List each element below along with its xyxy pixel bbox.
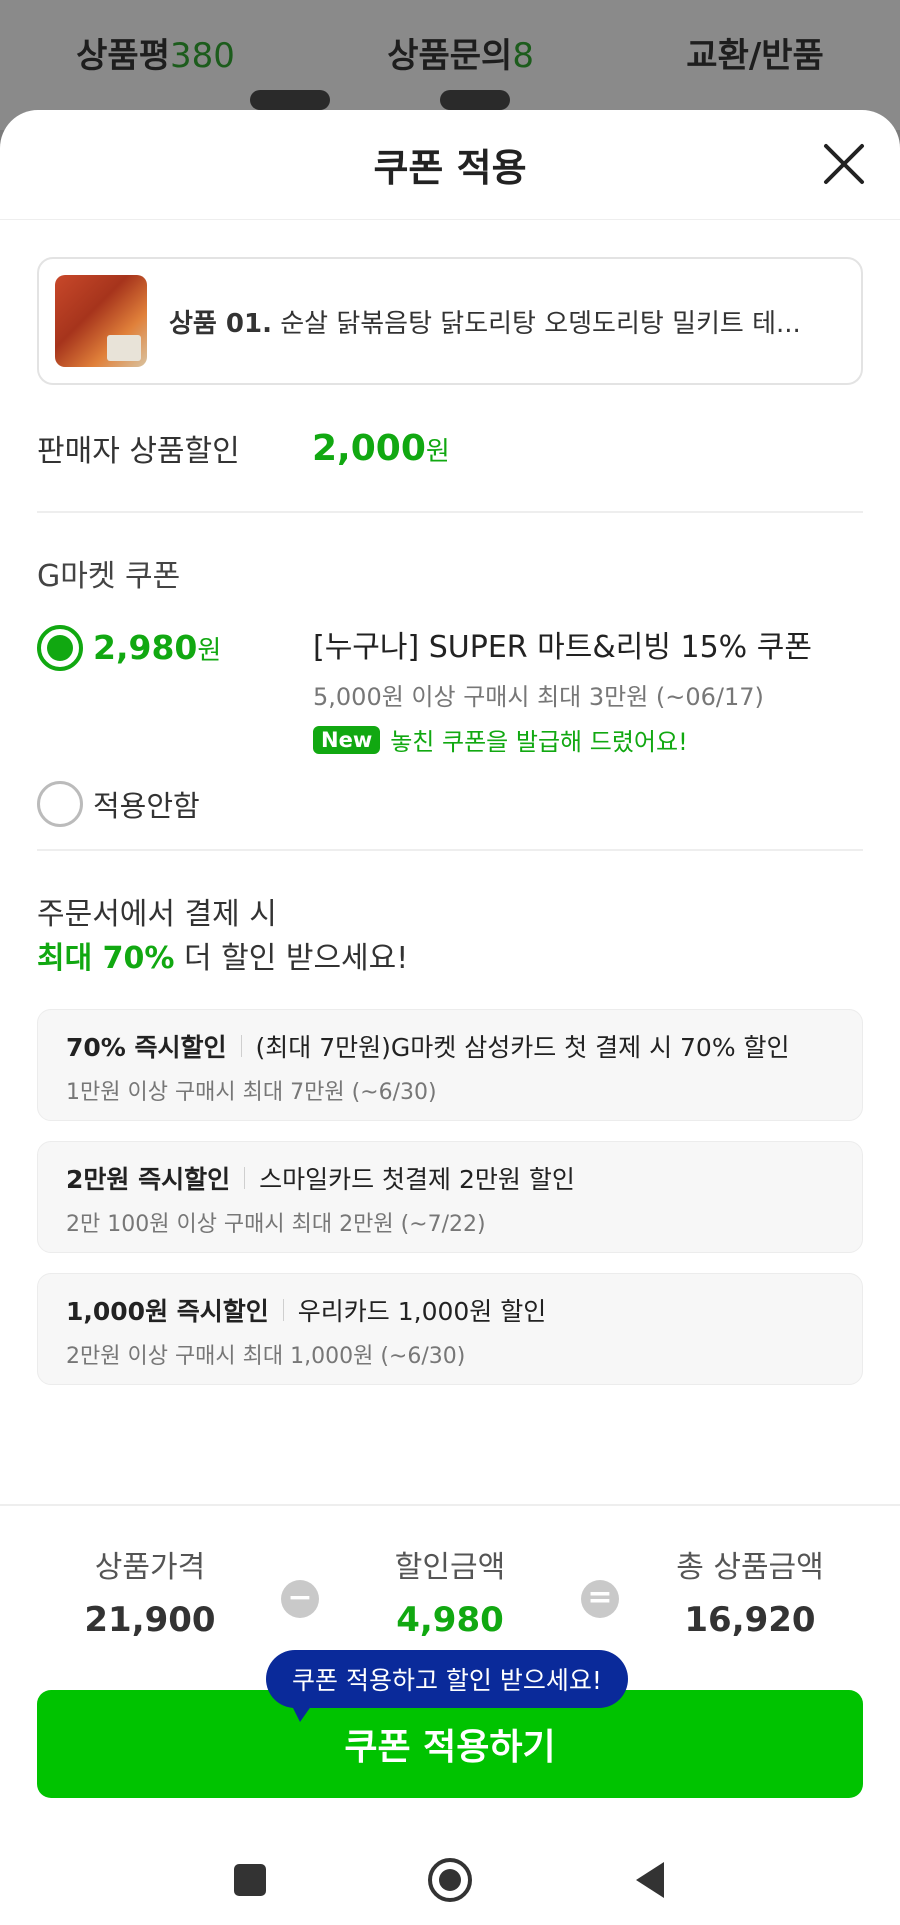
close-icon xyxy=(824,144,864,184)
product-thumbnail xyxy=(55,275,147,367)
coupon-name: [누구나] SUPER 마트&리빙 15% 쿠폰 xyxy=(313,630,812,665)
coupon-info: [누구나] SUPER 마트&리빙 15% 쿠폰 5,000원 이상 구매시 최… xyxy=(313,625,812,757)
total-label: 총 상품금액 xyxy=(676,1550,824,1585)
gmarket-coupon-title: G마켓 쿠폰 xyxy=(37,559,181,594)
seller-discount-amount: 2,000원 xyxy=(312,427,450,469)
home-button[interactable] xyxy=(420,1850,480,1910)
close-button[interactable] xyxy=(820,140,868,188)
promo-card: 70% 즉시할인 (최대 7만원)G마켓 삼성카드 첫 결제 시 70% 할인 1… xyxy=(37,1009,863,1121)
coupon-condition: 5,000원 이상 구매시 최대 3만원 (~06/17) xyxy=(313,683,764,711)
tab-inquiries: 상품문의8 xyxy=(387,36,534,76)
sheet-header: 쿠폰 적용 xyxy=(0,110,900,220)
total-value: 16,920 xyxy=(684,1600,816,1640)
background-decoration xyxy=(440,90,510,110)
gmarket-coupon-section: G마켓 쿠폰 2,980원 [누구나] SUPER 마트&리빙 15% 쿠폰 5… xyxy=(37,513,863,851)
equals-icon: = xyxy=(581,1580,619,1618)
coupon-notice: 놓친 쿠폰을 발급해 드렸어요! xyxy=(390,728,688,756)
apply-tooltip: 쿠폰 적용하고 할인 받으세요! xyxy=(266,1650,628,1708)
recent-apps-button[interactable] xyxy=(220,1850,280,1910)
coupon-amount: 2,980원 xyxy=(93,628,222,667)
seller-discount-label: 판매자 상품할인 xyxy=(37,434,240,469)
system-nav-bar xyxy=(0,1834,900,1925)
coupon-radio-selected[interactable] xyxy=(37,625,83,671)
price-label: 상품가격 xyxy=(94,1550,206,1585)
product-card: 상품 01. 순살 닭볶음탕 닭도리탕 오뎅도리탕 밀키트 테... xyxy=(37,257,863,385)
seller-discount-row: 판매자 상품할인 2,000원 xyxy=(37,385,863,513)
promo-card: 2만원 즉시할인 스마일카드 첫결제 2만원 할인 2만 100원 이상 구매시 … xyxy=(37,1141,863,1253)
tab-exchange-return: 교환/반품 xyxy=(686,36,824,76)
card-promo-heading: 주문서에서 결제 시 최대 70% 더 할인 받으세요! xyxy=(37,897,409,976)
coupon-radio-none[interactable] xyxy=(37,781,83,827)
promo-card: 1,000원 즉시할인 우리카드 1,000원 할인 2만원 이상 구매시 최대 … xyxy=(37,1273,863,1385)
coupon-none-label: 적용안함 xyxy=(93,789,200,823)
home-circle-icon xyxy=(428,1857,472,1902)
card-promo-list: 70% 즉시할인 (최대 7만원)G마켓 삼성카드 첫 결제 시 70% 할인 1… xyxy=(37,1009,863,1385)
price-summary: 상품가격 21,900 − 할인금액 4,980 = 총 상품금액 16,920… xyxy=(0,1504,900,1834)
sheet-title: 쿠폰 적용 xyxy=(373,146,527,190)
price-value: 21,900 xyxy=(84,1600,216,1640)
background-decoration xyxy=(250,90,330,110)
coupon-option-none[interactable]: 적용안함 xyxy=(37,781,863,827)
product-name: 상품 01. 순살 닭볶음탕 닭도리탕 오뎅도리탕 밀키트 테... xyxy=(169,308,801,339)
product-package-image xyxy=(107,335,141,361)
back-triangle-icon xyxy=(636,1861,664,1898)
discount-value: 4,980 xyxy=(396,1600,504,1640)
square-icon xyxy=(234,1863,266,1896)
tab-reviews: 상품평380 xyxy=(76,36,235,76)
minus-icon: − xyxy=(281,1580,319,1618)
tooltip-tail xyxy=(290,1702,314,1722)
back-button[interactable] xyxy=(620,1850,680,1910)
discount-label: 할인금액 xyxy=(394,1550,506,1585)
new-badge: New xyxy=(313,725,381,754)
coupon-option-selected[interactable]: 2,980원 [누구나] SUPER 마트&리빙 15% 쿠폰 5,000원 이… xyxy=(37,625,863,757)
